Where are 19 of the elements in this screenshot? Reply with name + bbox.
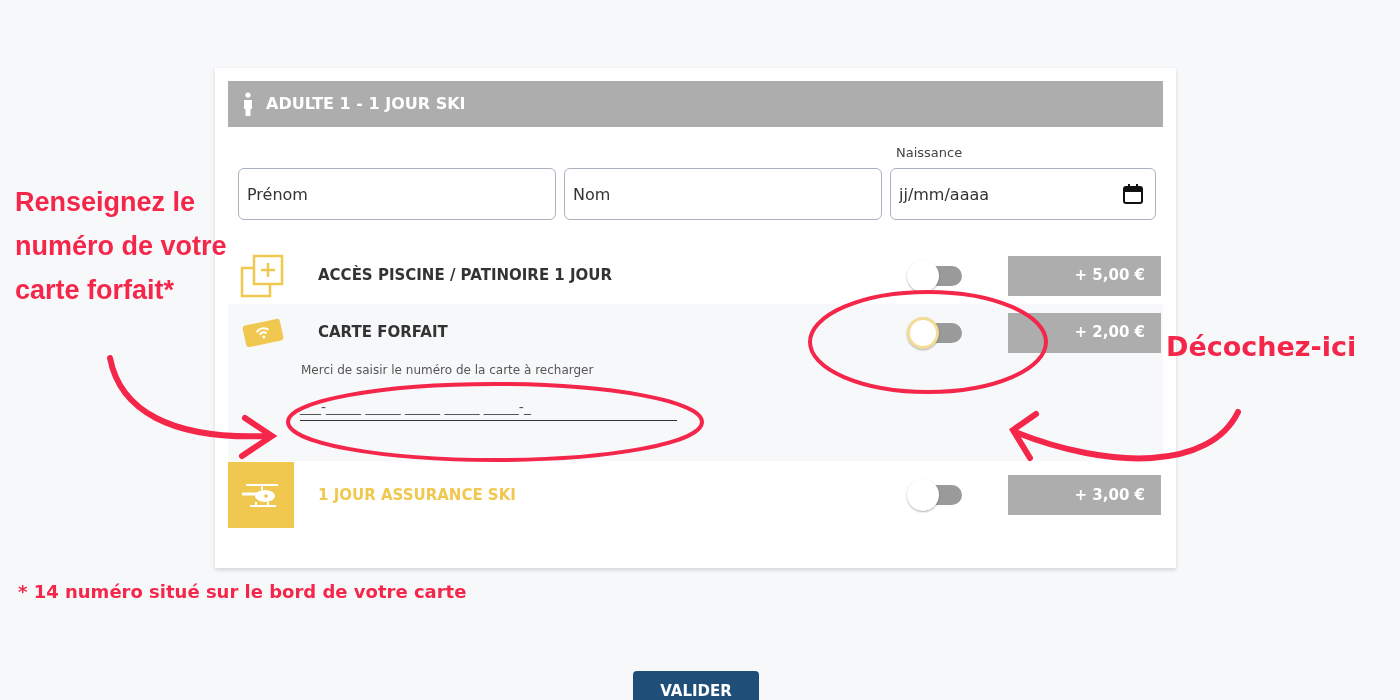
hint-text: Merci de saisir le numéro de la carte à recharger — [301, 362, 594, 379]
option-label: 1 JOUR ASSURANCE SKI — [318, 484, 517, 506]
date-field[interactable]: jj/mm/aaaa — [890, 168, 1156, 220]
section-title: ADULTE 1 - 1 JOUR SKI — [266, 93, 466, 115]
calendar-icon[interactable] — [1122, 183, 1144, 205]
field-label: Naissance — [896, 143, 964, 162]
add-pages-icon — [240, 253, 286, 298]
option-label: CARTE FORFAIT — [318, 322, 449, 344]
annotation-text: Renseignez le numéro de votre carte forfait* — [15, 186, 228, 307]
submit-button[interactable]: VALIDER — [633, 671, 759, 700]
price-tag: + 2,00 € — [1008, 312, 1161, 353]
person-icon — [242, 92, 254, 116]
footnote: * 14 numéro situé sur le bord de votre carte — [18, 580, 467, 604]
option-label: ACCÈS PISCINE / PATINOIRE 1 JOUR — [318, 264, 614, 287]
price-tag: + 3,00 € — [1008, 475, 1161, 515]
input-field[interactable]: Prénom — [238, 168, 556, 220]
price-tag: + 5,00 € — [1008, 255, 1161, 296]
input-field[interactable]: Nom — [564, 168, 882, 220]
annotation-text: Décochez-ici — [1166, 330, 1357, 364]
